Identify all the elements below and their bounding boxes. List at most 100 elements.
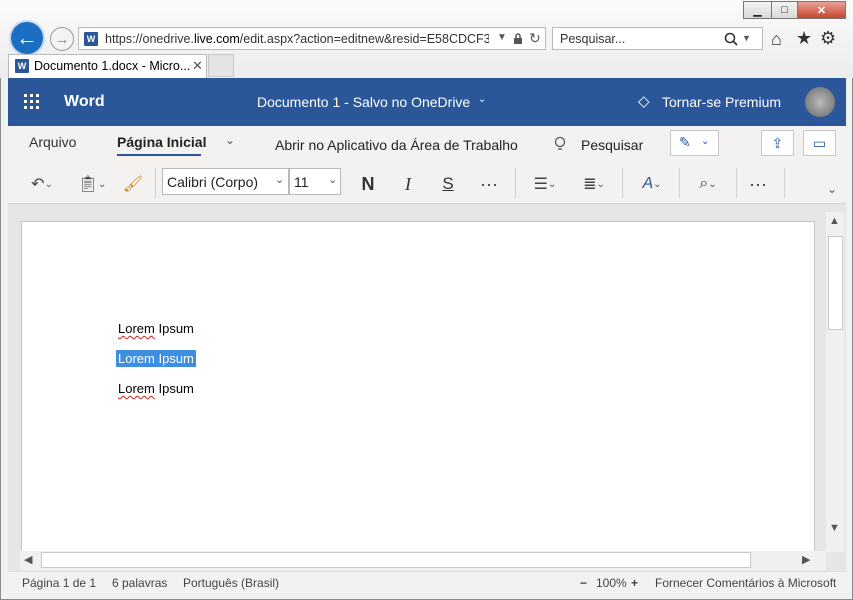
- browser-search-box[interactable]: Pesquisar... ▼: [552, 27, 763, 50]
- ribbon-expand-chevron-icon[interactable]: ⌄: [827, 182, 837, 196]
- zoom-out-icon[interactable]: −: [580, 576, 587, 590]
- font-name-dropdown-icon: ⌄: [275, 174, 285, 186]
- undo-icon: ↶: [31, 176, 45, 193]
- lock-icon[interactable]: [513, 33, 523, 45]
- word[interactable]: Ipsum: [158, 321, 193, 336]
- more-font-options-button[interactable]: ···: [476, 172, 502, 196]
- find-button[interactable]: ⌕ ⌄: [688, 172, 728, 196]
- address-url[interactable]: https://onedrive.live.com/edit.aspx?acti…: [105, 32, 489, 46]
- undo-button[interactable]: ↶ ⌄: [22, 172, 62, 196]
- tab-pagina-inicial[interactable]: Página Inicial: [117, 134, 206, 150]
- selected-text[interactable]: Lorem Ipsum: [116, 350, 196, 367]
- home-icon[interactable]: ⌂: [771, 29, 782, 50]
- font-size-dropdown-icon: ⌄: [328, 174, 338, 186]
- browser-tab[interactable]: W Documento 1.docx - Micro... ✕: [8, 54, 207, 78]
- document-title[interactable]: Documento 1 - Salvo no OneDrive: [257, 94, 470, 110]
- feedback-link[interactable]: Fornecer Comentários à Microsoft: [655, 576, 836, 590]
- address-bar[interactable]: W https://onedrive.live.com/edit.aspx?ac…: [78, 27, 546, 50]
- separator: [679, 168, 680, 198]
- scroll-right-arrow-icon[interactable]: ▶: [802, 553, 810, 566]
- font-size-value: 11: [294, 174, 309, 190]
- tab-arquivo[interactable]: Arquivo: [29, 134, 76, 150]
- minimize-button[interactable]: ▁: [743, 1, 772, 19]
- share-icon: ⇪: [771, 134, 784, 151]
- vertical-scroll-thumb[interactable]: [828, 236, 843, 330]
- open-desktop-app-button[interactable]: Abrir no Aplicativo da Área de Trabalho: [275, 137, 518, 153]
- editing-mode-button[interactable]: ✎ ⌄: [670, 130, 719, 156]
- close-window-button[interactable]: ✕: [797, 1, 846, 19]
- ribbon-search-button[interactable]: Pesquisar: [581, 137, 643, 153]
- lightbulb-icon: [554, 136, 566, 150]
- font-size-select[interactable]: 11 ⌄: [289, 168, 341, 195]
- title-chevron-down-icon[interactable]: ⌄: [478, 94, 486, 105]
- bullets-button[interactable]: ☰ ⌄: [526, 172, 564, 196]
- styles-button[interactable]: A ⌄: [632, 172, 672, 196]
- separator: [784, 168, 785, 198]
- bold-button[interactable]: N: [356, 172, 380, 196]
- separator: [515, 168, 516, 198]
- scroll-left-arrow-icon[interactable]: ◀: [24, 553, 32, 566]
- font-name-value: Calibri (Corpo): [167, 174, 259, 190]
- maximize-button[interactable]: □: [771, 1, 798, 19]
- pencil-icon: ✎: [679, 134, 691, 150]
- share-button[interactable]: ⇪: [761, 130, 794, 156]
- zoom-in-icon[interactable]: +: [631, 576, 638, 590]
- misspelled-word[interactable]: Lorem: [118, 381, 155, 396]
- forward-button[interactable]: →: [50, 27, 74, 51]
- font-name-select[interactable]: Calibri (Corpo) ⌄: [162, 168, 289, 195]
- search-icon[interactable]: [724, 32, 738, 46]
- avatar[interactable]: [805, 87, 835, 117]
- scroll-up-arrow-icon[interactable]: ▲: [829, 215, 840, 227]
- separator: [622, 168, 623, 198]
- more-options-button[interactable]: ···: [745, 172, 771, 196]
- search-dropdown-icon[interactable]: ▼: [742, 33, 751, 43]
- find-dropdown-icon: ⌄: [708, 178, 717, 190]
- bullets-dropdown-icon: ⌄: [547, 178, 557, 190]
- app-name[interactable]: Word: [64, 93, 105, 111]
- misspelled-word[interactable]: Lorem: [118, 321, 155, 336]
- align-dropdown-icon: ⌄: [596, 178, 605, 190]
- align-icon: ≣: [583, 176, 597, 193]
- comments-button[interactable]: ▭: [803, 130, 836, 156]
- new-tab-button[interactable]: [208, 54, 234, 77]
- active-tab-underline: [117, 154, 201, 156]
- styles-dropdown-icon: ⌄: [653, 178, 662, 190]
- refresh-icon[interactable]: ↻: [529, 30, 541, 47]
- search-placeholder: Pesquisar...: [560, 32, 626, 46]
- word-count[interactable]: 6 palavras: [112, 576, 167, 590]
- settings-gear-icon[interactable]: ⚙: [820, 28, 836, 49]
- undo-dropdown-icon: ⌄: [44, 178, 53, 190]
- ribbon: Arquivo Página Inicial ⌄ Abrir no Aplica…: [8, 126, 846, 204]
- paragraph-line-3[interactable]: Lorem Ipsum: [118, 381, 194, 396]
- styles-icon: A: [642, 175, 654, 192]
- premium-link[interactable]: Tornar-se Premium: [662, 94, 781, 110]
- word[interactable]: Ipsum: [158, 381, 193, 396]
- back-arrow-icon: ←: [16, 25, 38, 50]
- ribbon-collapse-chevron-icon[interactable]: ⌄: [225, 133, 235, 147]
- tab-title: Documento 1.docx - Micro...: [34, 59, 191, 73]
- favorites-star-icon[interactable]: ★: [796, 28, 812, 49]
- underline-button[interactable]: S: [438, 172, 458, 196]
- format-painter-icon: 🖌︎: [122, 176, 144, 193]
- status-bar: Página 1 de 1 6 palavras Português (Bras…: [8, 571, 846, 593]
- word-header-bar: Word Documento 1 - Salvo no OneDrive ⌄ ◇…: [8, 78, 846, 126]
- separator: [736, 168, 737, 198]
- back-button[interactable]: ←: [9, 20, 45, 56]
- paragraph-line-1[interactable]: Lorem Ipsum: [118, 321, 194, 336]
- italic-button[interactable]: I: [398, 172, 418, 196]
- paragraph-align-button[interactable]: ≣ ⌄: [574, 172, 614, 196]
- word-tab-icon: W: [15, 59, 29, 73]
- separator: [155, 168, 156, 198]
- address-dropdown-icon[interactable]: ▼: [497, 32, 507, 43]
- app-launcher-icon[interactable]: [24, 94, 40, 110]
- zoom-level[interactable]: 100%: [596, 576, 627, 590]
- clipboard-button[interactable]: 📋︎ ⌄: [72, 172, 112, 196]
- scroll-down-arrow-icon[interactable]: ▼: [829, 522, 840, 534]
- horizontal-scroll-thumb[interactable]: [41, 552, 751, 568]
- find-search-icon: ⌕: [699, 175, 709, 192]
- paragraph-line-2[interactable]: Lorem Ipsum: [116, 350, 196, 367]
- tab-close-icon[interactable]: ✕: [192, 58, 203, 74]
- page-count[interactable]: Página 1 de 1: [22, 576, 96, 590]
- format-painter-button[interactable]: 🖌︎: [121, 172, 145, 196]
- language-indicator[interactable]: Português (Brasil): [183, 576, 279, 590]
